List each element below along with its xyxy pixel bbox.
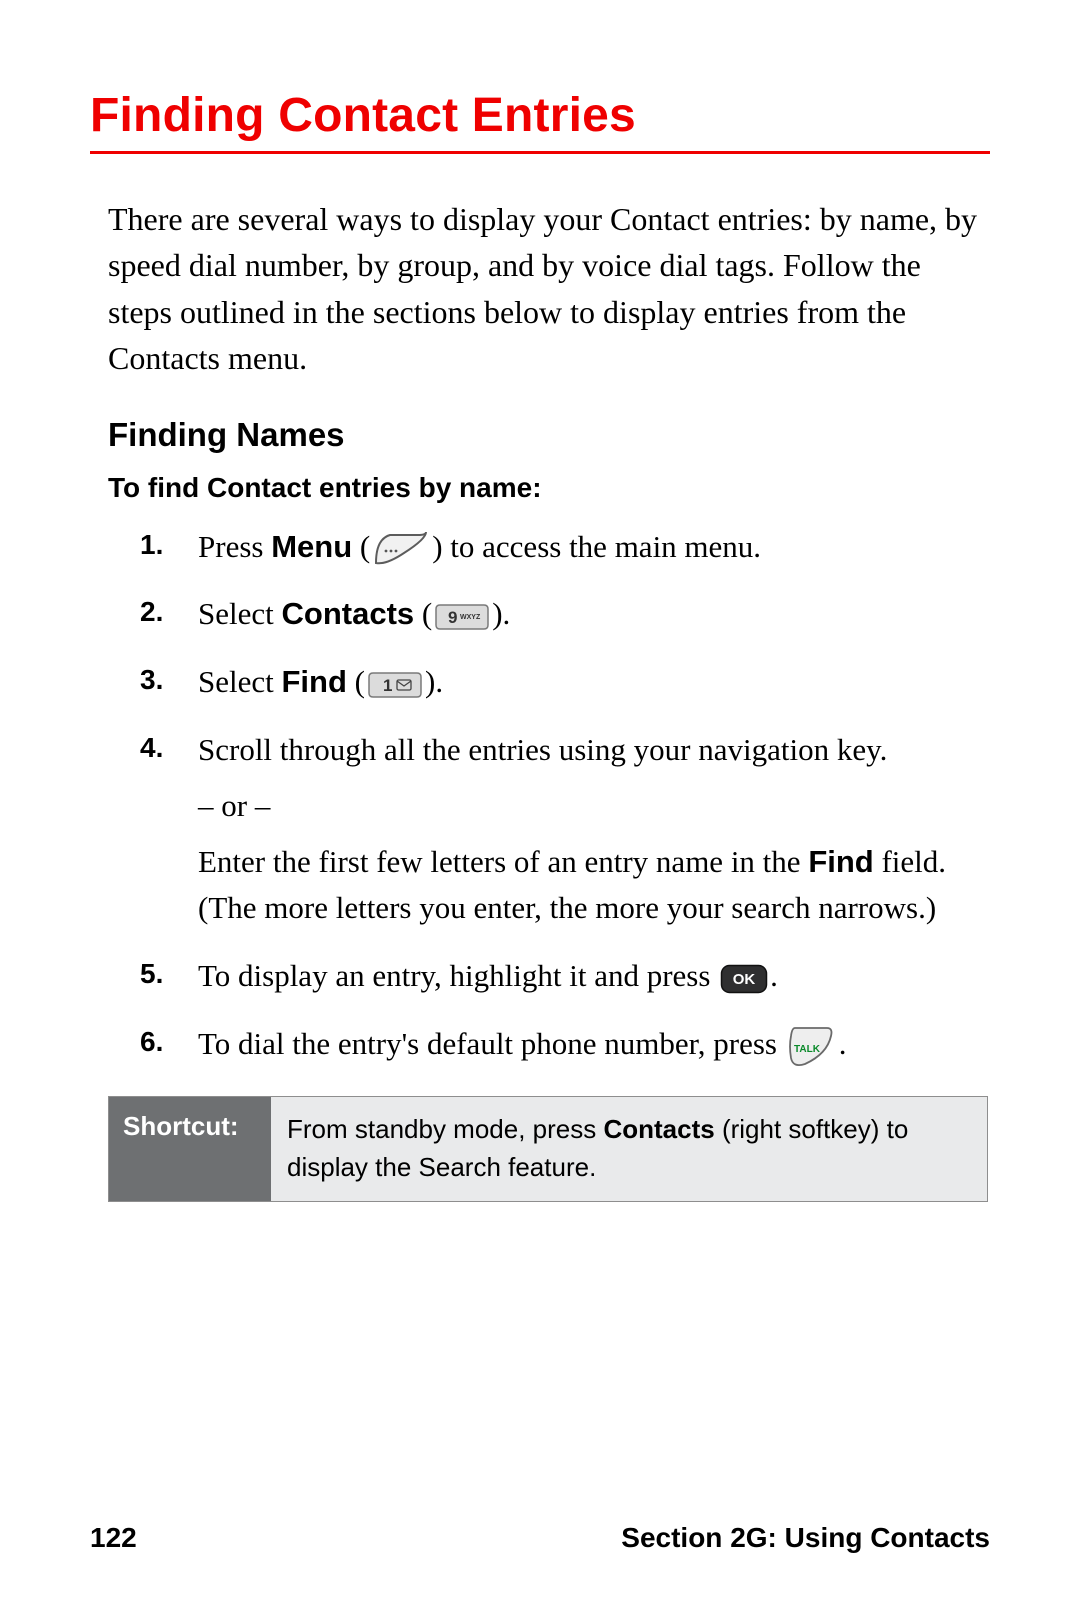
talk-key-icon: TALK: [787, 1024, 837, 1068]
key-9-icon: 9 WXYZ: [434, 601, 490, 633]
intro-paragraph: There are several ways to display your C…: [108, 196, 990, 382]
step-4-text: Scroll through all the entries using you…: [198, 732, 887, 767]
step-6-text-a: To dial the entry's default phone number…: [198, 1026, 785, 1061]
step-4: Scroll through all the entries using you…: [140, 727, 990, 931]
ok-button-icon: OK: [720, 964, 768, 994]
step-4-alt: Enter the first few letters of an entry …: [198, 839, 990, 931]
title-rule: [90, 151, 990, 154]
step-4-find-field-label: Find: [808, 844, 873, 879]
step-1-menu-label: Menu: [271, 529, 352, 564]
softkey-icon: [372, 529, 430, 569]
step-5-text-b: .: [770, 958, 778, 993]
step-1-text-d: ) to access the main menu.: [432, 529, 761, 564]
step-4-or: – or –: [198, 783, 990, 829]
step-3-text-d: ).: [425, 664, 443, 699]
steps-list: Press Menu ( ) to access the main menu. …: [140, 524, 990, 1069]
step-5-text-a: To display an entry, highlight it and pr…: [198, 958, 718, 993]
shortcut-contacts-label: Contacts: [603, 1114, 714, 1144]
step-6: To dial the entry's default phone number…: [140, 1021, 990, 1069]
step-3: Select Find ( 1 ).: [140, 659, 990, 705]
step-2-text-a: Select: [198, 596, 282, 631]
section-label: Section 2G: Using Contacts: [621, 1522, 990, 1554]
step-1-text-c: (: [352, 529, 370, 564]
key-1-icon: 1: [367, 669, 423, 701]
step-3-text-a: Select: [198, 664, 282, 699]
step-1: Press Menu ( ) to access the main menu.: [140, 524, 990, 570]
page-title: Finding Contact Entries: [90, 88, 990, 143]
step-1-text-a: Press: [198, 529, 271, 564]
svg-text:9: 9: [448, 608, 457, 627]
step-4-alt-a: Enter the first few letters of an entry …: [198, 844, 808, 879]
step-2-text-c: (: [414, 596, 432, 631]
svg-text:OK: OK: [733, 971, 756, 988]
subheading-finding-names: Finding Names: [108, 416, 990, 454]
step-2: Select Contacts ( 9 WXYZ ).: [140, 591, 990, 637]
lead-instruction: To find Contact entries by name:: [108, 472, 990, 504]
page-number: 122: [90, 1522, 137, 1554]
shortcut-box: Shortcut: From standby mode, press Conta…: [108, 1096, 988, 1201]
shortcut-text: From standby mode, press Contacts (right…: [271, 1097, 987, 1200]
shortcut-label: Shortcut:: [109, 1097, 271, 1200]
page-footer: 122 Section 2G: Using Contacts: [90, 1522, 990, 1554]
svg-text:WXYZ: WXYZ: [460, 614, 481, 621]
step-5: To display an entry, highlight it and pr…: [140, 953, 990, 999]
step-6-text-b: .: [839, 1026, 847, 1061]
svg-text:1: 1: [383, 676, 392, 695]
step-3-find-label: Find: [282, 664, 347, 699]
step-3-text-c: (: [347, 664, 365, 699]
manual-page: Finding Contact Entries There are severa…: [0, 0, 1080, 1620]
step-2-text-d: ).: [492, 596, 510, 631]
shortcut-text-a: From standby mode, press: [287, 1114, 603, 1144]
svg-text:TALK: TALK: [794, 1044, 821, 1055]
step-2-contacts-label: Contacts: [282, 596, 415, 631]
